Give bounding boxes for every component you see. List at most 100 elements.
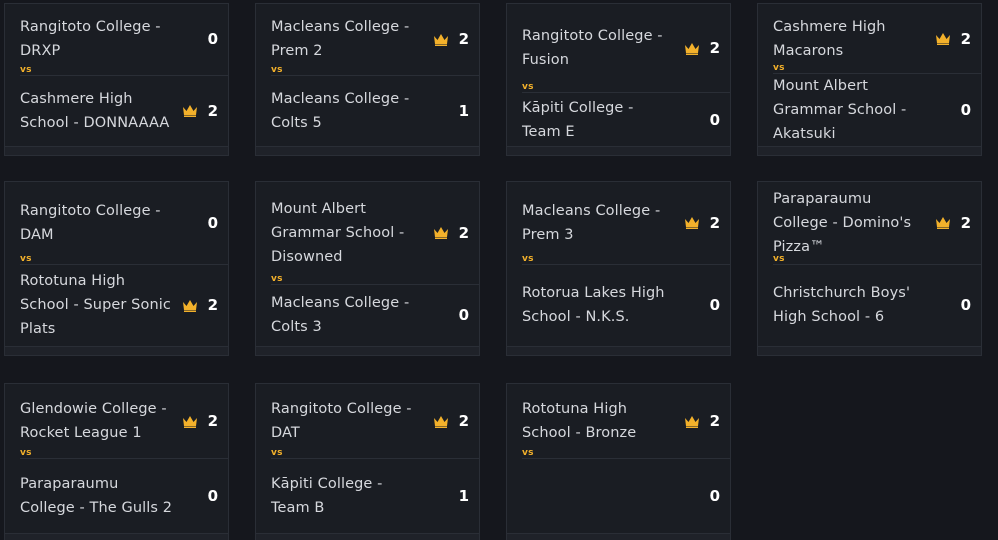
card-footer bbox=[256, 346, 479, 355]
team-row: Mount Albert Grammar School - Disowned 2 bbox=[256, 182, 479, 284]
match-card[interactable]: Rangitoto College - Fusion 2 vs Kāpiti C… bbox=[506, 3, 731, 156]
team-score: 0 bbox=[207, 30, 218, 49]
match-grid: Rangitoto College - DRXP 0 vs Cashmere H… bbox=[0, 0, 998, 540]
team-row: Rangitoto College - DAT 2 bbox=[256, 384, 479, 458]
team-name: Cashmere High Macarons bbox=[773, 18, 886, 59]
card-footer bbox=[256, 146, 479, 155]
team-name: Rototuna High School - Super Sonic Plats bbox=[20, 273, 171, 338]
crown-icon bbox=[431, 31, 451, 47]
team-name: Macleans College - Prem 3 bbox=[522, 202, 661, 243]
team-score: 2 bbox=[458, 30, 469, 49]
card-footer bbox=[5, 346, 228, 355]
team-name: Kāpiti College - Team B bbox=[271, 476, 383, 516]
team-row: Macleans College - Colts 3 0 bbox=[256, 285, 479, 346]
team-name: Rangitoto College - DRXP bbox=[20, 19, 161, 60]
team-name: Mount Albert Grammar School - Akatsuki bbox=[773, 78, 907, 142]
team-row: Rangitoto College - Fusion 2 bbox=[507, 4, 730, 92]
card-footer bbox=[507, 533, 730, 540]
match-card[interactable]: Rangitoto College - DAM 0 vs Rototuna Hi… bbox=[4, 181, 229, 356]
team-score: 0 bbox=[709, 487, 720, 505]
team-name: Rangitoto College - DAM bbox=[20, 202, 161, 243]
team-score: 1 bbox=[458, 487, 469, 505]
team-row: Rotorua Lakes High School - N.K.S. 0 bbox=[507, 265, 730, 347]
card-footer bbox=[256, 533, 479, 540]
crown-icon bbox=[682, 215, 702, 231]
match-card[interactable]: Macleans College - Prem 3 2 vs Rotorua L… bbox=[506, 181, 731, 356]
card-footer bbox=[507, 346, 730, 355]
card-footer bbox=[758, 146, 981, 155]
crown-icon bbox=[431, 225, 451, 241]
team-row: Kāpiti College - Team B 1 bbox=[256, 459, 479, 533]
card-footer bbox=[5, 146, 228, 155]
team-name: Rotorua Lakes High School - N.K.S. bbox=[522, 285, 665, 326]
card-footer bbox=[5, 533, 228, 540]
vs-label: vs bbox=[271, 273, 283, 284]
match-card[interactable]: Rototuna High School - Bronze 2 vs 0 bbox=[506, 383, 731, 540]
team-row: Macleans College - Prem 2 2 bbox=[256, 4, 479, 75]
team-name: Macleans College - Prem 2 bbox=[271, 19, 410, 60]
team-row: Christchurch Boys' High School - 6 0 bbox=[758, 265, 981, 347]
team-score: 2 bbox=[709, 39, 720, 58]
team-score: 2 bbox=[207, 296, 218, 315]
team-row: Rangitoto College - DAM 0 bbox=[5, 182, 228, 264]
team-name: Glendowie College - Rocket League 1 bbox=[20, 401, 167, 441]
crown-icon bbox=[933, 215, 953, 231]
team-name: Mount Albert Grammar School - Disowned bbox=[271, 200, 405, 265]
team-name: Macleans College - Colts 3 bbox=[271, 295, 410, 336]
team-score: 2 bbox=[207, 101, 218, 120]
team-row: Cashmere High Macarons 2 bbox=[758, 4, 981, 73]
team-row: Paraparaumu College - Domino's Pizza™ 2 bbox=[758, 182, 981, 264]
crown-icon bbox=[682, 40, 702, 56]
crown-icon bbox=[180, 297, 200, 313]
team-row: Rangitoto College - DRXP 0 bbox=[5, 4, 228, 75]
match-card[interactable]: Glendowie College - Rocket League 1 2 vs… bbox=[4, 383, 229, 540]
match-card[interactable]: Macleans College - Prem 2 2 vs Macleans … bbox=[255, 3, 480, 156]
team-score: 2 bbox=[709, 412, 720, 430]
vs-label: vs bbox=[20, 64, 32, 75]
team-row: Kāpiti College - Team E 0 bbox=[507, 93, 730, 146]
team-score: 2 bbox=[458, 223, 469, 242]
crown-icon bbox=[431, 413, 451, 429]
team-score: 2 bbox=[960, 29, 971, 48]
crown-icon bbox=[180, 103, 200, 119]
team-score: 2 bbox=[458, 412, 469, 430]
team-name: Cashmere High School - DONNAAAA bbox=[20, 90, 170, 131]
team-score: 0 bbox=[960, 296, 971, 315]
match-card[interactable]: Mount Albert Grammar School - Disowned 2… bbox=[255, 181, 480, 356]
team-name: Rangitoto College - DAT bbox=[271, 401, 412, 441]
vs-label: vs bbox=[20, 448, 32, 458]
crown-icon bbox=[682, 413, 702, 429]
team-row: 0 bbox=[507, 459, 730, 533]
vs-label: vs bbox=[522, 82, 534, 93]
team-name: Rototuna High School - Bronze bbox=[522, 401, 637, 441]
vs-label: vs bbox=[773, 63, 785, 73]
team-row: Glendowie College - Rocket League 1 2 bbox=[5, 384, 228, 458]
vs-label: vs bbox=[20, 253, 32, 264]
team-row: Macleans College - Colts 5 1 bbox=[256, 76, 479, 147]
match-card[interactable]: Rangitoto College - DRXP 0 vs Cashmere H… bbox=[4, 3, 229, 156]
crown-icon bbox=[180, 413, 200, 429]
team-score: 2 bbox=[207, 412, 218, 430]
team-row: Rototuna High School - Bronze 2 bbox=[507, 384, 730, 458]
card-footer bbox=[507, 146, 730, 155]
team-name: Macleans College - Colts 5 bbox=[271, 90, 410, 131]
team-row: Rototuna High School - Super Sonic Plats… bbox=[5, 265, 228, 347]
team-score: 0 bbox=[207, 487, 218, 505]
team-name: Kāpiti College - Team E bbox=[522, 99, 634, 140]
team-name: Paraparaumu College - Domino's Pizza™ bbox=[773, 190, 912, 255]
match-card[interactable]: Cashmere High Macarons 2 vs Mount Albert… bbox=[757, 3, 982, 156]
crown-icon bbox=[933, 31, 953, 47]
team-score: 1 bbox=[458, 101, 469, 120]
team-score: 2 bbox=[709, 213, 720, 232]
team-score: 0 bbox=[709, 110, 720, 129]
match-card[interactable]: Rangitoto College - DAT 2 vs Kāpiti Coll… bbox=[255, 383, 480, 540]
team-row: Mount Albert Grammar School - Akatsuki 0 bbox=[758, 74, 981, 146]
team-name: Rangitoto College - Fusion bbox=[522, 28, 663, 69]
team-score: 0 bbox=[709, 296, 720, 315]
match-card[interactable]: Paraparaumu College - Domino's Pizza™ 2 … bbox=[757, 181, 982, 356]
team-score: 2 bbox=[960, 213, 971, 232]
team-row: Cashmere High School - DONNAAAA 2 bbox=[5, 76, 228, 147]
team-row: Paraparaumu College - The Gulls 2 0 bbox=[5, 459, 228, 533]
card-footer bbox=[758, 346, 981, 355]
team-row: Macleans College - Prem 3 2 bbox=[507, 182, 730, 264]
